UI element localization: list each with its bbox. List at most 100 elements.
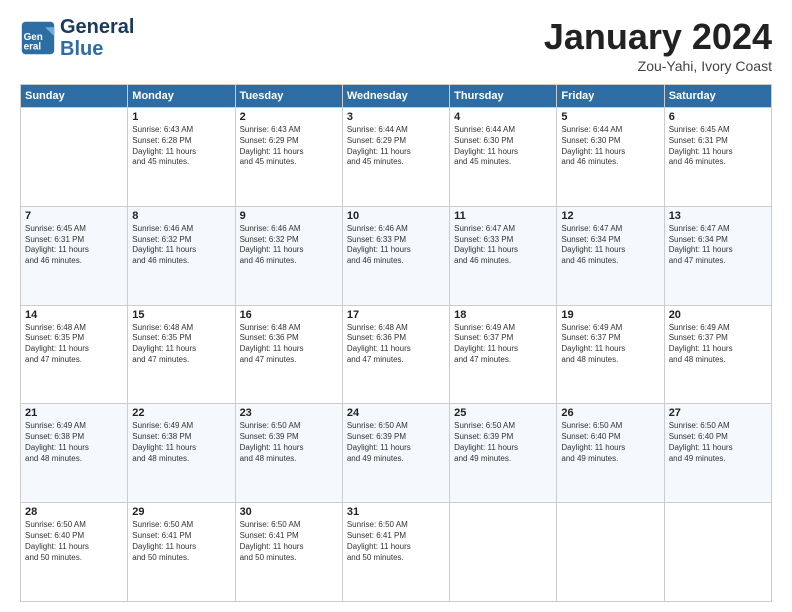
day-content: Sunrise: 6:47 AM Sunset: 6:34 PM Dayligh… [669, 224, 767, 267]
day-number: 4 [454, 111, 552, 123]
day-number: 29 [132, 506, 230, 518]
calendar-cell: 20Sunrise: 6:49 AM Sunset: 6:37 PM Dayli… [664, 305, 771, 404]
calendar-cell: 9Sunrise: 6:46 AM Sunset: 6:32 PM Daylig… [235, 206, 342, 305]
day-content: Sunrise: 6:50 AM Sunset: 6:40 PM Dayligh… [561, 421, 659, 464]
day-content: Sunrise: 6:50 AM Sunset: 6:39 PM Dayligh… [240, 421, 338, 464]
day-content: Sunrise: 6:43 AM Sunset: 6:28 PM Dayligh… [132, 125, 230, 168]
day-content: Sunrise: 6:49 AM Sunset: 6:38 PM Dayligh… [132, 421, 230, 464]
calendar-cell: 24Sunrise: 6:50 AM Sunset: 6:39 PM Dayli… [342, 404, 449, 503]
day-content: Sunrise: 6:48 AM Sunset: 6:36 PM Dayligh… [240, 323, 338, 366]
calendar-cell: 5Sunrise: 6:44 AM Sunset: 6:30 PM Daylig… [557, 108, 664, 207]
weekday-header-friday: Friday [557, 85, 664, 108]
day-content: Sunrise: 6:46 AM Sunset: 6:32 PM Dayligh… [132, 224, 230, 267]
calendar-cell: 19 Sunrise: 6:49 AM Sunset: 6:37 PM Dayli… [557, 305, 664, 404]
header: Gen eral General Blue January 2024 Zou-Y… [20, 16, 772, 74]
logo-icon: Gen eral [20, 20, 56, 56]
calendar-cell: 16 Sunrise: 6:48 AM Sunset: 6:36 PM Dayli… [235, 305, 342, 404]
day-content: Sunrise: 6:44 AM Sunset: 6:29 PM Dayligh… [347, 125, 445, 168]
calendar-cell: 3 Sunrise: 6:44 AM Sunset: 6:29 PM Daylig… [342, 108, 449, 207]
weekday-header-monday: Monday [128, 85, 235, 108]
weekday-header-thursday: Thursday [450, 85, 557, 108]
day-number: 25 [454, 407, 552, 419]
calendar-cell: 29 Sunrise: 6:50 AM Sunset: 6:41 PM Dayli… [128, 503, 235, 602]
day-number: 6 [669, 111, 767, 123]
day-content: Sunrise: 6:47 AM Sunset: 6:34 PM Dayligh… [561, 224, 659, 267]
calendar-cell: 18 Sunrise: 6:49 AM Sunset: 6:37 PM Dayli… [450, 305, 557, 404]
calendar-cell: 1 Sunrise: 6:43 AM Sunset: 6:28 PM Daylig… [128, 108, 235, 207]
calendar-cell: 13 Sunrise: 6:47 AM Sunset: 6:34 PM Dayli… [664, 206, 771, 305]
calendar-cell: 30 Sunrise: 6:50 AM Sunset: 6:41 PM Dayli… [235, 503, 342, 602]
calendar-cell [557, 503, 664, 602]
day-content: Sunrise: 6:43 AM Sunset: 6:29 PM Dayligh… [240, 125, 338, 168]
logo-text-line1: General [60, 16, 134, 38]
weekday-header-tuesday: Tuesday [235, 85, 342, 108]
calendar-cell: 23 Sunrise: 6:50 AM Sunset: 6:39 PM Dayli… [235, 404, 342, 503]
day-number: 10 [347, 210, 445, 222]
day-content: Sunrise: 6:49 AM Sunset: 6:37 PM Dayligh… [561, 323, 659, 366]
day-number: 8 [132, 210, 230, 222]
calendar-cell [664, 503, 771, 602]
day-content: Sunrise: 6:46 AM Sunset: 6:33 PM Dayligh… [347, 224, 445, 267]
day-content: Sunrise: 6:48 AM Sunset: 6:35 PM Dayligh… [25, 323, 123, 366]
day-content: Sunrise: 6:50 AM Sunset: 6:39 PM Dayligh… [347, 421, 445, 464]
day-content: Sunrise: 6:50 AM Sunset: 6:41 PM Dayligh… [132, 520, 230, 563]
day-content: Sunrise: 6:50 AM Sunset: 6:40 PM Dayligh… [669, 421, 767, 464]
day-content: Sunrise: 6:49 AM Sunset: 6:37 PM Dayligh… [669, 323, 767, 366]
calendar-cell: 15 Sunrise: 6:48 AM Sunset: 6:35 PM Dayli… [128, 305, 235, 404]
day-number: 14 [25, 309, 123, 321]
day-number: 12 [561, 210, 659, 222]
day-number: 21 [25, 407, 123, 419]
calendar-cell [21, 108, 128, 207]
day-number: 18 [454, 309, 552, 321]
day-number: 30 [240, 506, 338, 518]
day-number: 19 [561, 309, 659, 321]
weekday-header-sunday: Sunday [21, 85, 128, 108]
day-content: Sunrise: 6:50 AM Sunset: 6:41 PM Dayligh… [347, 520, 445, 563]
day-content: Sunrise: 6:49 AM Sunset: 6:38 PM Dayligh… [25, 421, 123, 464]
calendar-cell: 7Sunrise: 6:45 AM Sunset: 6:31 PM Daylig… [21, 206, 128, 305]
day-content: Sunrise: 6:45 AM Sunset: 6:31 PM Dayligh… [25, 224, 123, 267]
calendar-cell: 10 Sunrise: 6:46 AM Sunset: 6:33 PM Dayli… [342, 206, 449, 305]
calendar-cell: 28 Sunrise: 6:50 AM Sunset: 6:40 PM Dayli… [21, 503, 128, 602]
day-content: Sunrise: 6:50 AM Sunset: 6:39 PM Dayligh… [454, 421, 552, 464]
calendar-cell: 4 Sunrise: 6:44 AM Sunset: 6:30 PM Daylig… [450, 108, 557, 207]
day-number: 11 [454, 210, 552, 222]
calendar-cell: 27 Sunrise: 6:50 AM Sunset: 6:40 PM Dayli… [664, 404, 771, 503]
day-number: 1 [132, 111, 230, 123]
day-content: Sunrise: 6:49 AM Sunset: 6:37 PM Dayligh… [454, 323, 552, 366]
calendar-cell: 14 Sunrise: 6:48 AM Sunset: 6:35 PM Dayli… [21, 305, 128, 404]
day-content: Sunrise: 6:48 AM Sunset: 6:36 PM Dayligh… [347, 323, 445, 366]
calendar-cell: 2Sunrise: 6:43 AM Sunset: 6:29 PM Daylig… [235, 108, 342, 207]
day-content: Sunrise: 6:50 AM Sunset: 6:40 PM Dayligh… [25, 520, 123, 563]
calendar-cell: 12 Sunrise: 6:47 AM Sunset: 6:34 PM Dayli… [557, 206, 664, 305]
calendar-cell [450, 503, 557, 602]
day-number: 16 [240, 309, 338, 321]
svg-text:eral: eral [24, 42, 42, 53]
day-content: Sunrise: 6:44 AM Sunset: 6:30 PM Dayligh… [454, 125, 552, 168]
logo-area: Gen eral General Blue [20, 16, 134, 60]
calendar-cell: 17 Sunrise: 6:48 AM Sunset: 6:36 PM Dayli… [342, 305, 449, 404]
calendar-cell: 22 Sunrise: 6:49 AM Sunset: 6:38 PM Dayli… [128, 404, 235, 503]
day-content: Sunrise: 6:50 AM Sunset: 6:41 PM Dayligh… [240, 520, 338, 563]
weekday-header-saturday: Saturday [664, 85, 771, 108]
day-content: Sunrise: 6:48 AM Sunset: 6:35 PM Dayligh… [132, 323, 230, 366]
day-number: 15 [132, 309, 230, 321]
day-number: 26 [561, 407, 659, 419]
day-number: 31 [347, 506, 445, 518]
calendar-cell: 6Sunrise: 6:45 AM Sunset: 6:31 PM Daylig… [664, 108, 771, 207]
calendar-cell: 8 Sunrise: 6:46 AM Sunset: 6:32 PM Daylig… [128, 206, 235, 305]
day-number: 17 [347, 309, 445, 321]
day-number: 13 [669, 210, 767, 222]
calendar-cell: 11Sunrise: 6:47 AM Sunset: 6:33 PM Dayli… [450, 206, 557, 305]
day-content: Sunrise: 6:44 AM Sunset: 6:30 PM Dayligh… [561, 125, 659, 168]
day-number: 3 [347, 111, 445, 123]
day-number: 28 [25, 506, 123, 518]
month-title: January 2024 [544, 16, 772, 58]
day-number: 23 [240, 407, 338, 419]
day-number: 22 [132, 407, 230, 419]
day-number: 27 [669, 407, 767, 419]
location-subtitle: Zou-Yahi, Ivory Coast [544, 58, 772, 74]
page: Gen eral General Blue January 2024 Zou-Y… [0, 0, 792, 612]
calendar-cell: 31 Sunrise: 6:50 AM Sunset: 6:41 PM Dayli… [342, 503, 449, 602]
weekday-header-wednesday: Wednesday [342, 85, 449, 108]
